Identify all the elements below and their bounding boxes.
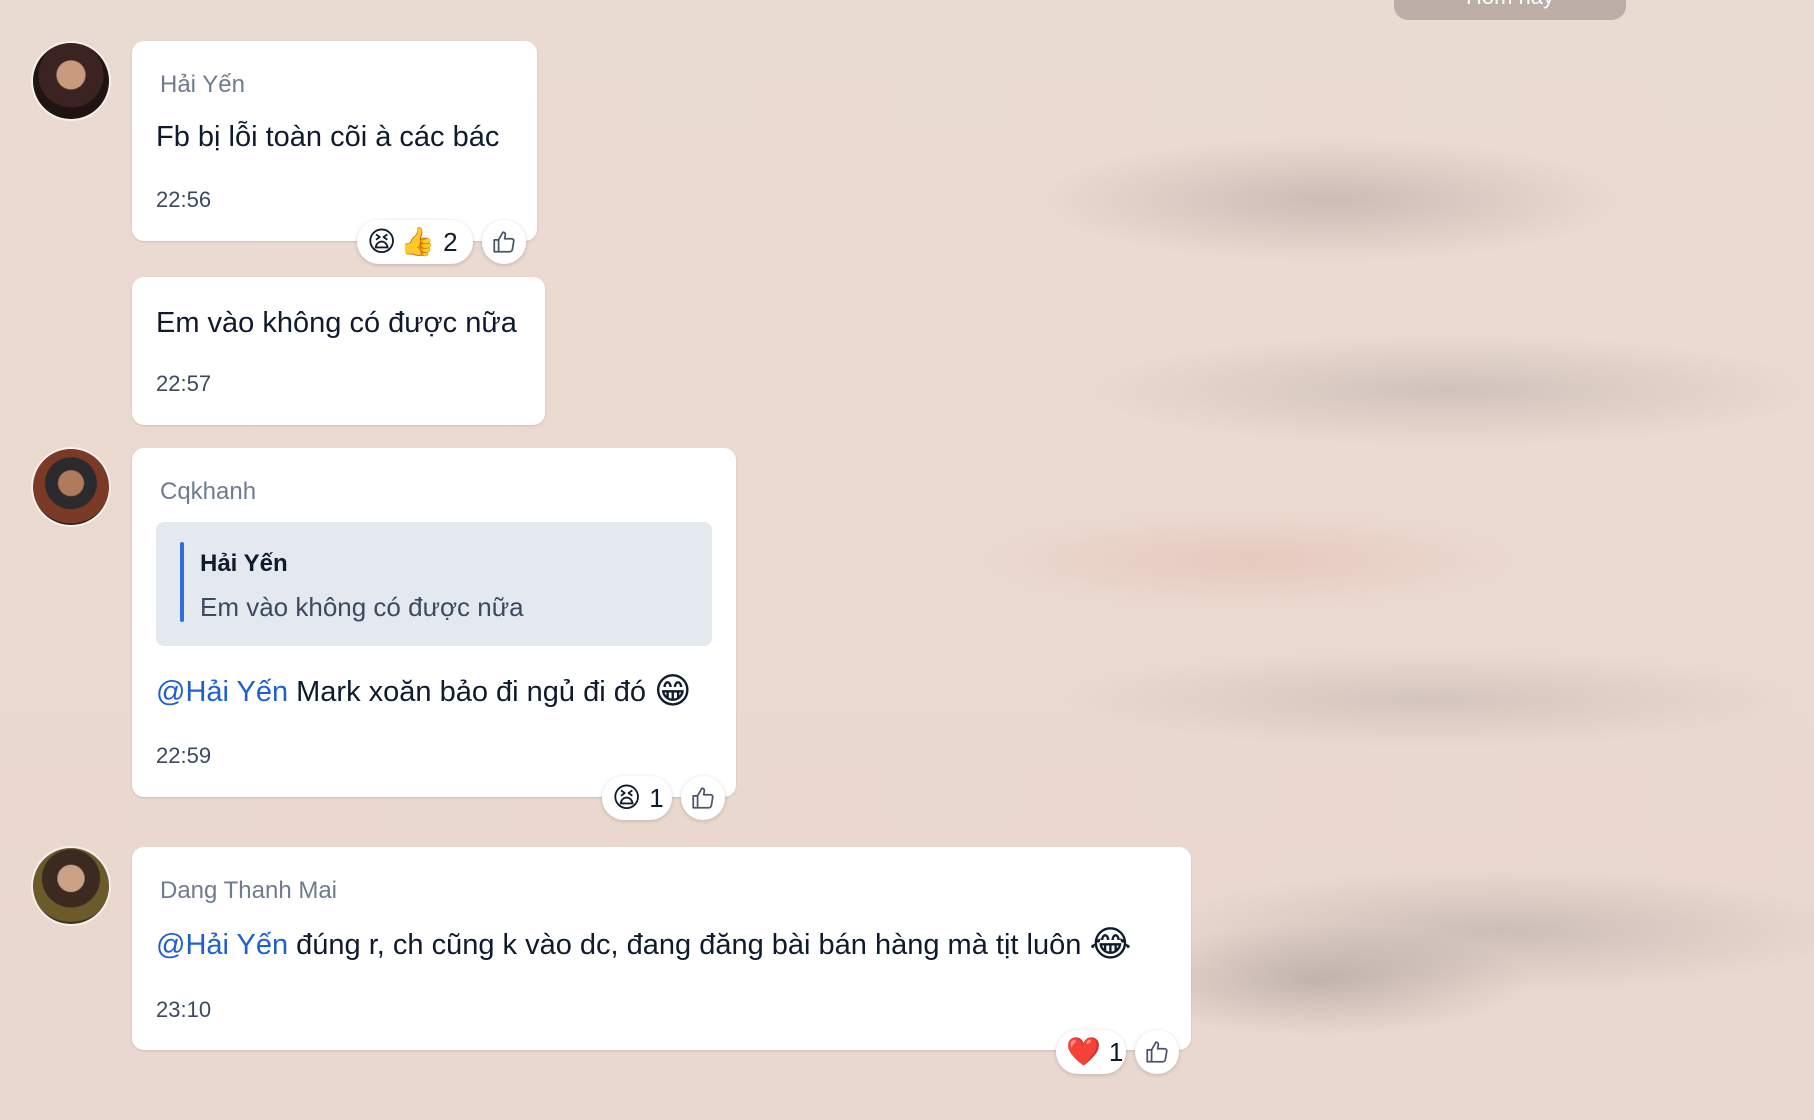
message-text: Fb bị lỗi toàn cõi à các bác — [156, 121, 500, 153]
reaction-count: 1 — [649, 782, 664, 813]
tired-face-icon: 😫 — [612, 782, 642, 813]
message-text: @Hải Yến đúng r, ch cũng k vào dc, đang … — [156, 923, 1131, 965]
tired-face-icon: 😫 — [367, 226, 397, 257]
message-time: 22:57 — [156, 371, 212, 396]
quote-text: Em vào không có được nữa — [200, 592, 524, 622]
message-bubble[interactable]: Dang Thanh Mai @Hải Yến đúng r, ch cũng … — [132, 847, 1191, 1050]
reaction-count: 2 — [443, 226, 458, 257]
reaction-summary[interactable]: 😫 1 — [602, 776, 672, 820]
avatar-cqkhanh[interactable] — [33, 449, 109, 525]
quote-bar — [180, 542, 184, 622]
mention-link[interactable]: @Hải Yến — [156, 929, 288, 961]
message-body: Mark xoăn bảo đi ngủ đi đó — [288, 676, 646, 708]
sender-name[interactable]: Hải Yến — [160, 71, 245, 99]
avatar-hai-yen[interactable] — [33, 43, 109, 119]
thumbs-up-outline-icon — [692, 787, 714, 809]
reaction-count: 1 — [1108, 1036, 1124, 1067]
day-separator: Hôm nay — [1394, 0, 1626, 20]
message-time: 22:56 — [156, 187, 212, 212]
sender-name[interactable]: Cqkhanh — [160, 478, 256, 506]
thumbs-up-outline-icon — [1146, 1041, 1168, 1063]
sender-name[interactable]: Dang Thanh Mai — [160, 877, 337, 905]
like-button[interactable] — [1135, 1030, 1179, 1074]
message-bubble[interactable]: Hải Yến Fb bị lỗi toàn cõi à các bác 22:… — [132, 41, 537, 241]
message-text: Em vào không có được nữa — [156, 307, 517, 339]
reaction-summary[interactable]: ❤️ 1 — [1056, 1030, 1126, 1074]
message-time: 22:59 — [156, 743, 212, 768]
avatar-dang-thanh-mai[interactable] — [33, 848, 109, 924]
thumbs-up-icon: 👍 — [400, 226, 436, 257]
message-bubble[interactable]: Cqkhanh Hải Yến Em vào không có được nữa… — [132, 448, 736, 797]
quoted-message[interactable]: Hải Yến Em vào không có được nữa — [156, 522, 712, 646]
quote-author: Hải Yến — [200, 550, 288, 577]
thumbs-up-outline-icon — [493, 231, 515, 253]
message-bubble[interactable]: Em vào không có được nữa 22:57 — [132, 277, 545, 425]
tears-of-joy-icon: 😂 — [1089, 923, 1132, 964]
reaction-summary[interactable]: 😫 👍 2 — [357, 220, 473, 264]
heart-icon: ❤️ — [1066, 1036, 1101, 1067]
message-text: @Hải Yến Mark xoăn bảo đi ngủ đi đó 😁 — [156, 670, 692, 712]
grinning-face-icon: 😁 — [654, 670, 692, 711]
mention-link[interactable]: @Hải Yến — [156, 676, 288, 708]
like-button[interactable] — [681, 776, 725, 820]
like-button[interactable] — [482, 220, 526, 264]
message-body: đúng r, ch cũng k vào dc, đang đăng bài … — [288, 929, 1082, 961]
message-time: 23:10 — [156, 997, 212, 1022]
